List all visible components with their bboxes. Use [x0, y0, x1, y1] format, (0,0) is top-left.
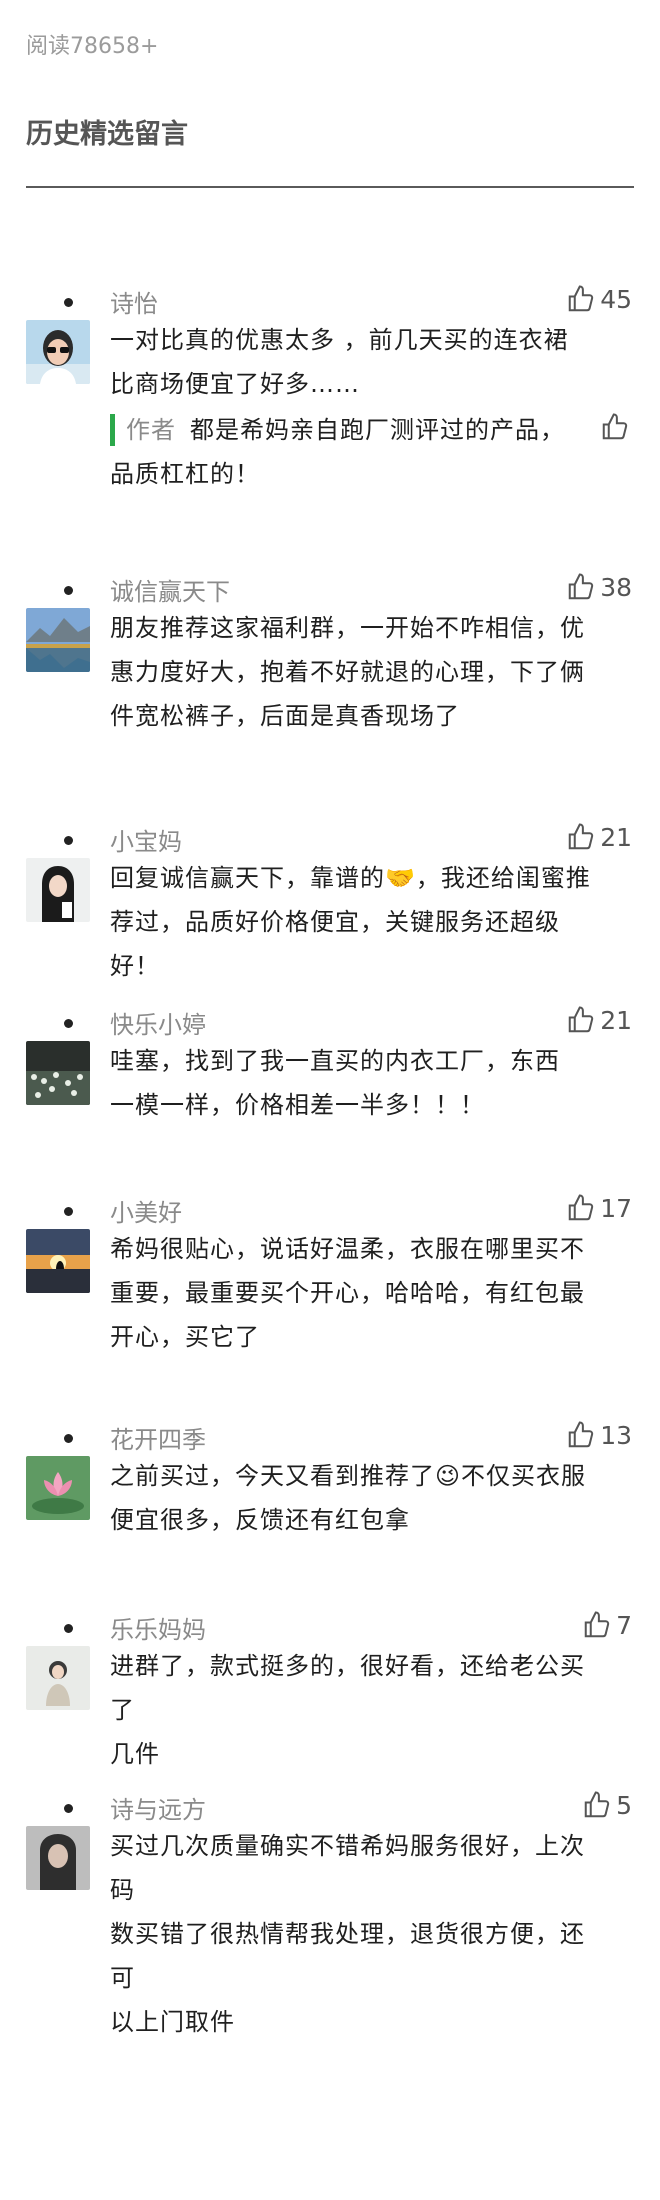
thumbs-up-icon — [568, 1194, 594, 1221]
comment-text: 一对比真的优惠太多 ，前几天买的连衣裙 比商场便宜了好多…… — [110, 318, 600, 406]
author-tag: 作者 — [126, 416, 176, 444]
comment-nickname[interactable]: 乐乐妈妈 — [110, 1610, 206, 1645]
comment-line: 以上门取件 — [110, 2008, 235, 2036]
bullet-dot — [64, 298, 73, 307]
thumbs-up-icon — [568, 285, 594, 312]
comment-line: 重要，最重要买个开心，哈哈哈，有红包最 — [110, 1279, 585, 1307]
thumbs-up-icon — [568, 573, 594, 600]
comment-line: 一模一样，价格相差一半多！！！ — [110, 1091, 485, 1119]
comment-nickname[interactable]: 小宝妈 — [110, 822, 182, 857]
like-button[interactable]: 21 — [566, 1005, 632, 1035]
comment-line: 荐过，品质好价格便宜，关键服务还超级好！ — [110, 908, 560, 980]
avatar-sunset-silhouette-image — [26, 1229, 90, 1293]
comment-nickname[interactable]: 诚信赢天下 — [110, 572, 230, 607]
avatar-kid-photo-image — [26, 1646, 90, 1710]
thumbs-up-icon — [568, 1006, 594, 1033]
comment-line: 希妈很贴心，说话好温柔，衣服在哪里买不 — [110, 1235, 585, 1263]
like-count: 21 — [600, 1005, 632, 1035]
bullet-dot — [64, 836, 73, 845]
author-reply-line: 作者 都是希妈亲自跑厂测评过的产品， — [126, 408, 626, 452]
avatar[interactable] — [26, 1456, 90, 1520]
comment-line: 回复诚信赢天下，靠谱的🤝，我还给闺蜜推 — [110, 864, 591, 892]
avatar-girl-long-hair-image — [26, 858, 90, 922]
comment-line: 开心，买它了 — [110, 1323, 260, 1351]
author-reply-bar — [110, 414, 115, 446]
like-button[interactable]: 5 — [582, 1790, 632, 1820]
comment-text: 之前买过，今天又看到推荐了😉不仅买衣服 便宜很多，反馈还有红包拿 — [110, 1454, 600, 1542]
bullet-dot — [64, 586, 73, 595]
thumbs-up-icon — [568, 1421, 594, 1448]
avatar-lotus-flower-image — [26, 1456, 90, 1520]
like-count: 21 — [600, 822, 632, 852]
like-button[interactable]: 21 — [566, 822, 632, 852]
avatar[interactable] — [26, 1646, 90, 1710]
comment-nickname[interactable]: 花开四季 — [110, 1420, 206, 1455]
comment-line: 几件 — [110, 1740, 160, 1768]
comment-line: 之前买过，今天又看到推荐了😉不仅买衣服 — [110, 1462, 587, 1490]
comment-line: 朋友推荐这家福利群，一开始不咋相信，优 — [110, 614, 585, 642]
avatar[interactable] — [26, 1041, 90, 1105]
comment-text: 进群了，款式挺多的，很好看，还给老公买了 几件 — [110, 1644, 600, 1776]
bullet-dot — [64, 1804, 73, 1813]
comment-line: 买过几次质量确实不错希妈服务很好，上次码 — [110, 1832, 585, 1904]
avatar-mountain-lake-image — [26, 608, 90, 672]
avatar[interactable] — [26, 320, 90, 384]
like-button[interactable]: 38 — [566, 572, 632, 602]
comment-line: 比商场便宜了好多…… — [110, 370, 360, 398]
comment-text: 希妈很贴心，说话好温柔，衣服在哪里买不 重要，最重要买个开心，哈哈哈，有红包最 … — [110, 1227, 600, 1359]
comment-text: 朋友推荐这家福利群，一开始不咋相信，优 惠力度好大，抱着不好就退的心理，下了俩 … — [110, 606, 600, 738]
avatar[interactable] — [26, 608, 90, 672]
like-button[interactable]: 13 — [566, 1420, 632, 1450]
thumbs-up-icon — [568, 823, 594, 850]
comment-line: 数买错了很热情帮我处理，退货很方便，还可 — [110, 1920, 585, 1992]
bullet-dot — [64, 1207, 73, 1216]
like-button[interactable]: 17 — [566, 1193, 632, 1223]
divider — [26, 186, 634, 188]
author-reply-line: 品质杠杠的！ — [110, 460, 260, 488]
comment-line: 便宜很多，反馈还有红包拿 — [110, 1506, 410, 1534]
like-count: 7 — [616, 1610, 632, 1640]
comment-line: 哇塞，找到了我一直买的内衣工厂，东西 — [110, 1047, 560, 1075]
comment-line: 件宽松裤子，后面是真香现场了 — [110, 702, 460, 730]
comment-text: 回复诚信赢天下，靠谱的🤝，我还给闺蜜推 荐过，品质好价格便宜，关键服务还超级好！ — [110, 856, 600, 988]
thumbs-up-icon — [602, 413, 628, 440]
comment-text: 哇塞，找到了我一直买的内衣工厂，东西 一模一样，价格相差一半多！！！ — [110, 1039, 600, 1127]
comment-text: 买过几次质量确实不错希妈服务很好，上次码 数买错了很热情帮我处理，退货很方便，还… — [110, 1824, 600, 2044]
author-reply-like-button[interactable] — [600, 412, 630, 446]
comment-nickname[interactable]: 小美好 — [110, 1193, 182, 1228]
comment-line: 惠力度好大，抱着不好就退的心理，下了俩 — [110, 658, 585, 686]
avatar-night-flowers-image — [26, 1041, 90, 1105]
avatar-woman-dark-image — [26, 1826, 90, 1890]
author-reply-text: 都是希妈亲自跑厂测评过的产品， — [190, 416, 565, 444]
comment-nickname[interactable]: 快乐小婷 — [110, 1005, 206, 1040]
avatar[interactable] — [26, 1826, 90, 1890]
like-button[interactable]: 45 — [566, 284, 632, 314]
bullet-dot — [64, 1624, 73, 1633]
like-count: 45 — [600, 284, 632, 314]
comment-nickname[interactable]: 诗怡 — [110, 284, 158, 319]
like-count: 17 — [600, 1193, 632, 1223]
bullet-dot — [64, 1434, 73, 1443]
read-count: 阅读78658+ — [26, 34, 159, 59]
thumbs-up-icon — [584, 1791, 610, 1818]
comment-nickname[interactable]: 诗与远方 — [110, 1790, 206, 1825]
like-count: 13 — [600, 1420, 632, 1450]
comment-line: 一对比真的优惠太多 ，前几天买的连衣裙 — [110, 326, 569, 354]
like-count: 5 — [616, 1790, 632, 1820]
comment-line: 进群了，款式挺多的，很好看，还给老公买了 — [110, 1652, 585, 1724]
like-count: 38 — [600, 572, 632, 602]
avatar-woman-sunglasses-image — [26, 320, 90, 384]
thumbs-up-icon — [584, 1611, 610, 1638]
avatar[interactable] — [26, 1229, 90, 1293]
avatar[interactable] — [26, 858, 90, 922]
like-button[interactable]: 7 — [582, 1610, 632, 1640]
section-title: 历史精选留言 — [26, 119, 188, 150]
bullet-dot — [64, 1019, 73, 1028]
